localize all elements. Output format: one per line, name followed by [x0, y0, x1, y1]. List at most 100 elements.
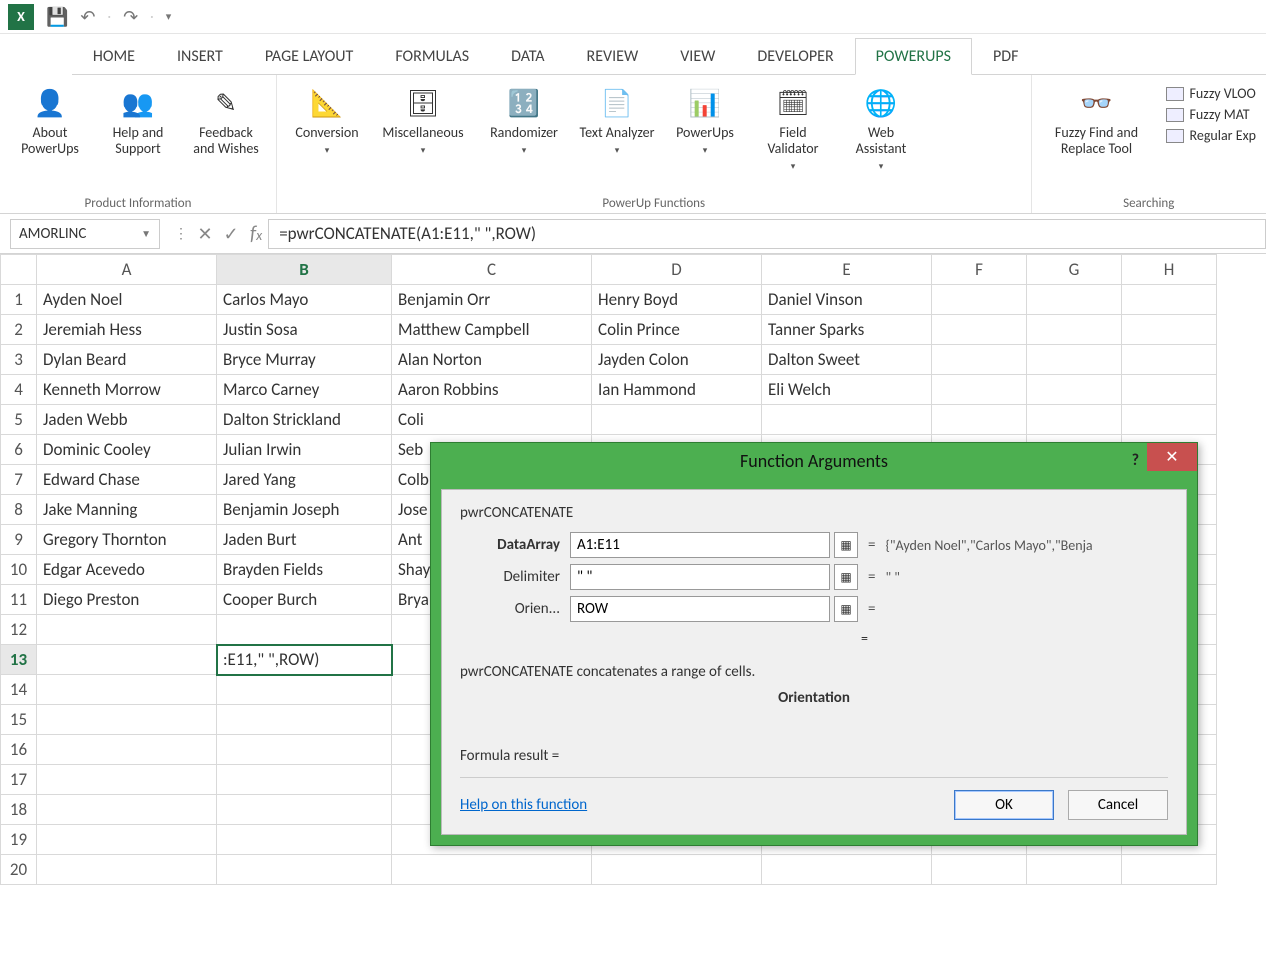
cell-C20[interactable] — [392, 855, 592, 885]
cell-B13[interactable]: :E11," ",ROW) — [217, 645, 392, 675]
cell-C2[interactable]: Matthew Campbell — [392, 315, 592, 345]
cell-H4[interactable] — [1122, 375, 1217, 405]
column-header-F[interactable]: F — [932, 255, 1027, 285]
cell-E20[interactable] — [762, 855, 932, 885]
row-header-20[interactable]: 20 — [1, 855, 37, 885]
cell-B15[interactable] — [217, 705, 392, 735]
row-header-7[interactable]: 7 — [1, 465, 37, 495]
cell-E3[interactable]: Dalton Sweet — [762, 345, 932, 375]
cancel-formula-icon[interactable]: ✕ — [192, 223, 218, 245]
cell-D3[interactable]: Jayden Colon — [592, 345, 762, 375]
column-header-G[interactable]: G — [1027, 255, 1122, 285]
tab-data[interactable]: DATA — [490, 38, 565, 75]
tab-formulas[interactable]: FORMULAS — [374, 38, 490, 75]
cell-F1[interactable] — [932, 285, 1027, 315]
row-header-11[interactable]: 11 — [1, 585, 37, 615]
chevron-down-icon[interactable]: ▼ — [141, 227, 151, 240]
fuzzy-find-replace-button[interactable]: 👓Fuzzy Find and Replace Tool — [1042, 81, 1152, 161]
row-header-4[interactable]: 4 — [1, 375, 37, 405]
dialog-close-icon[interactable]: ✕ — [1147, 443, 1197, 471]
cell-A17[interactable] — [37, 765, 217, 795]
cell-C3[interactable]: Alan Norton — [392, 345, 592, 375]
conversion-button[interactable]: 📐Conversion▾ — [287, 81, 367, 161]
tab-home[interactable]: HOME — [72, 38, 156, 75]
arg-input-orientation[interactable] — [570, 596, 830, 622]
cell-A20[interactable] — [37, 855, 217, 885]
arg-input-delimiter[interactable] — [570, 564, 830, 590]
dialog-help-icon[interactable]: ? — [1132, 451, 1139, 470]
cell-G4[interactable] — [1027, 375, 1122, 405]
customize-qat-icon[interactable]: ▾ — [166, 10, 172, 23]
row-header-15[interactable]: 15 — [1, 705, 37, 735]
cell-C1[interactable]: Benjamin Orr — [392, 285, 592, 315]
tab-pdf[interactable]: PDF — [972, 38, 1039, 75]
cell-A9[interactable]: Gregory Thornton — [37, 525, 217, 555]
cell-H1[interactable] — [1122, 285, 1217, 315]
column-header-A[interactable]: A — [37, 255, 217, 285]
range-selector-icon[interactable]: ▦ — [834, 596, 858, 622]
cell-A15[interactable] — [37, 705, 217, 735]
cell-F4[interactable] — [932, 375, 1027, 405]
cell-A12[interactable] — [37, 615, 217, 645]
row-header-12[interactable]: 12 — [1, 615, 37, 645]
fx-icon[interactable]: fx — [244, 222, 268, 246]
cell-A18[interactable] — [37, 795, 217, 825]
tab-page-layout[interactable]: PAGE LAYOUT — [244, 38, 375, 75]
cell-A4[interactable]: Kenneth Morrow — [37, 375, 217, 405]
row-header-8[interactable]: 8 — [1, 495, 37, 525]
row-header-10[interactable]: 10 — [1, 555, 37, 585]
tab-view[interactable]: VIEW — [659, 38, 736, 75]
help-on-function-link[interactable]: Help on this function — [460, 796, 587, 814]
save-icon[interactable]: 💾 — [46, 6, 68, 28]
cell-F5[interactable] — [932, 405, 1027, 435]
cell-H5[interactable] — [1122, 405, 1217, 435]
cell-D5[interactable] — [592, 405, 762, 435]
cell-B1[interactable]: Carlos Mayo — [217, 285, 392, 315]
column-header-E[interactable]: E — [762, 255, 932, 285]
cell-F3[interactable] — [932, 345, 1027, 375]
row-header-5[interactable]: 5 — [1, 405, 37, 435]
select-all-cell[interactable] — [1, 255, 37, 285]
cell-A19[interactable] — [37, 825, 217, 855]
cell-A1[interactable]: Ayden Noel — [37, 285, 217, 315]
row-header-13[interactable]: 13 — [1, 645, 37, 675]
cell-G2[interactable] — [1027, 315, 1122, 345]
row-header-18[interactable]: 18 — [1, 795, 37, 825]
cell-D2[interactable]: Colin Prince — [592, 315, 762, 345]
cell-G20[interactable] — [1027, 855, 1122, 885]
cell-F20[interactable] — [932, 855, 1027, 885]
cell-A7[interactable]: Edward Chase — [37, 465, 217, 495]
cell-E1[interactable]: Daniel Vinson — [762, 285, 932, 315]
cell-B17[interactable] — [217, 765, 392, 795]
cell-B3[interactable]: Bryce Murray — [217, 345, 392, 375]
cell-D4[interactable]: Ian Hammond — [592, 375, 762, 405]
row-header-19[interactable]: 19 — [1, 825, 37, 855]
range-selector-icon[interactable]: ▦ — [834, 532, 858, 558]
row-header-3[interactable]: 3 — [1, 345, 37, 375]
cell-B8[interactable]: Benjamin Joseph — [217, 495, 392, 525]
cancel-button[interactable]: Cancel — [1068, 790, 1168, 820]
name-box[interactable]: AMORLINC ▼ — [10, 219, 160, 249]
cell-H20[interactable] — [1122, 855, 1217, 885]
cell-B19[interactable] — [217, 825, 392, 855]
row-header-14[interactable]: 14 — [1, 675, 37, 705]
cell-F2[interactable] — [932, 315, 1027, 345]
cell-B16[interactable] — [217, 735, 392, 765]
row-header-1[interactable]: 1 — [1, 285, 37, 315]
cell-G5[interactable] — [1027, 405, 1122, 435]
tab-review[interactable]: REVIEW — [566, 38, 660, 75]
cell-A3[interactable]: Dylan Beard — [37, 345, 217, 375]
cell-D20[interactable] — [592, 855, 762, 885]
web-assistant-button[interactable]: 🌐Web Assistant▾ — [841, 81, 921, 177]
range-selector-icon[interactable]: ▦ — [834, 564, 858, 590]
column-header-C[interactable]: C — [392, 255, 592, 285]
cell-A13[interactable] — [37, 645, 217, 675]
about-powerups-button[interactable]: 👤About PowerUps — [10, 81, 90, 161]
powerups-button[interactable]: 📊PowerUps▾ — [665, 81, 745, 161]
column-header-H[interactable]: H — [1122, 255, 1217, 285]
cell-A16[interactable] — [37, 735, 217, 765]
cell-B12[interactable] — [217, 615, 392, 645]
cell-A11[interactable]: Diego Preston — [37, 585, 217, 615]
regular-exp-button[interactable]: Regular Exp — [1166, 127, 1257, 144]
cell-A5[interactable]: Jaden Webb — [37, 405, 217, 435]
